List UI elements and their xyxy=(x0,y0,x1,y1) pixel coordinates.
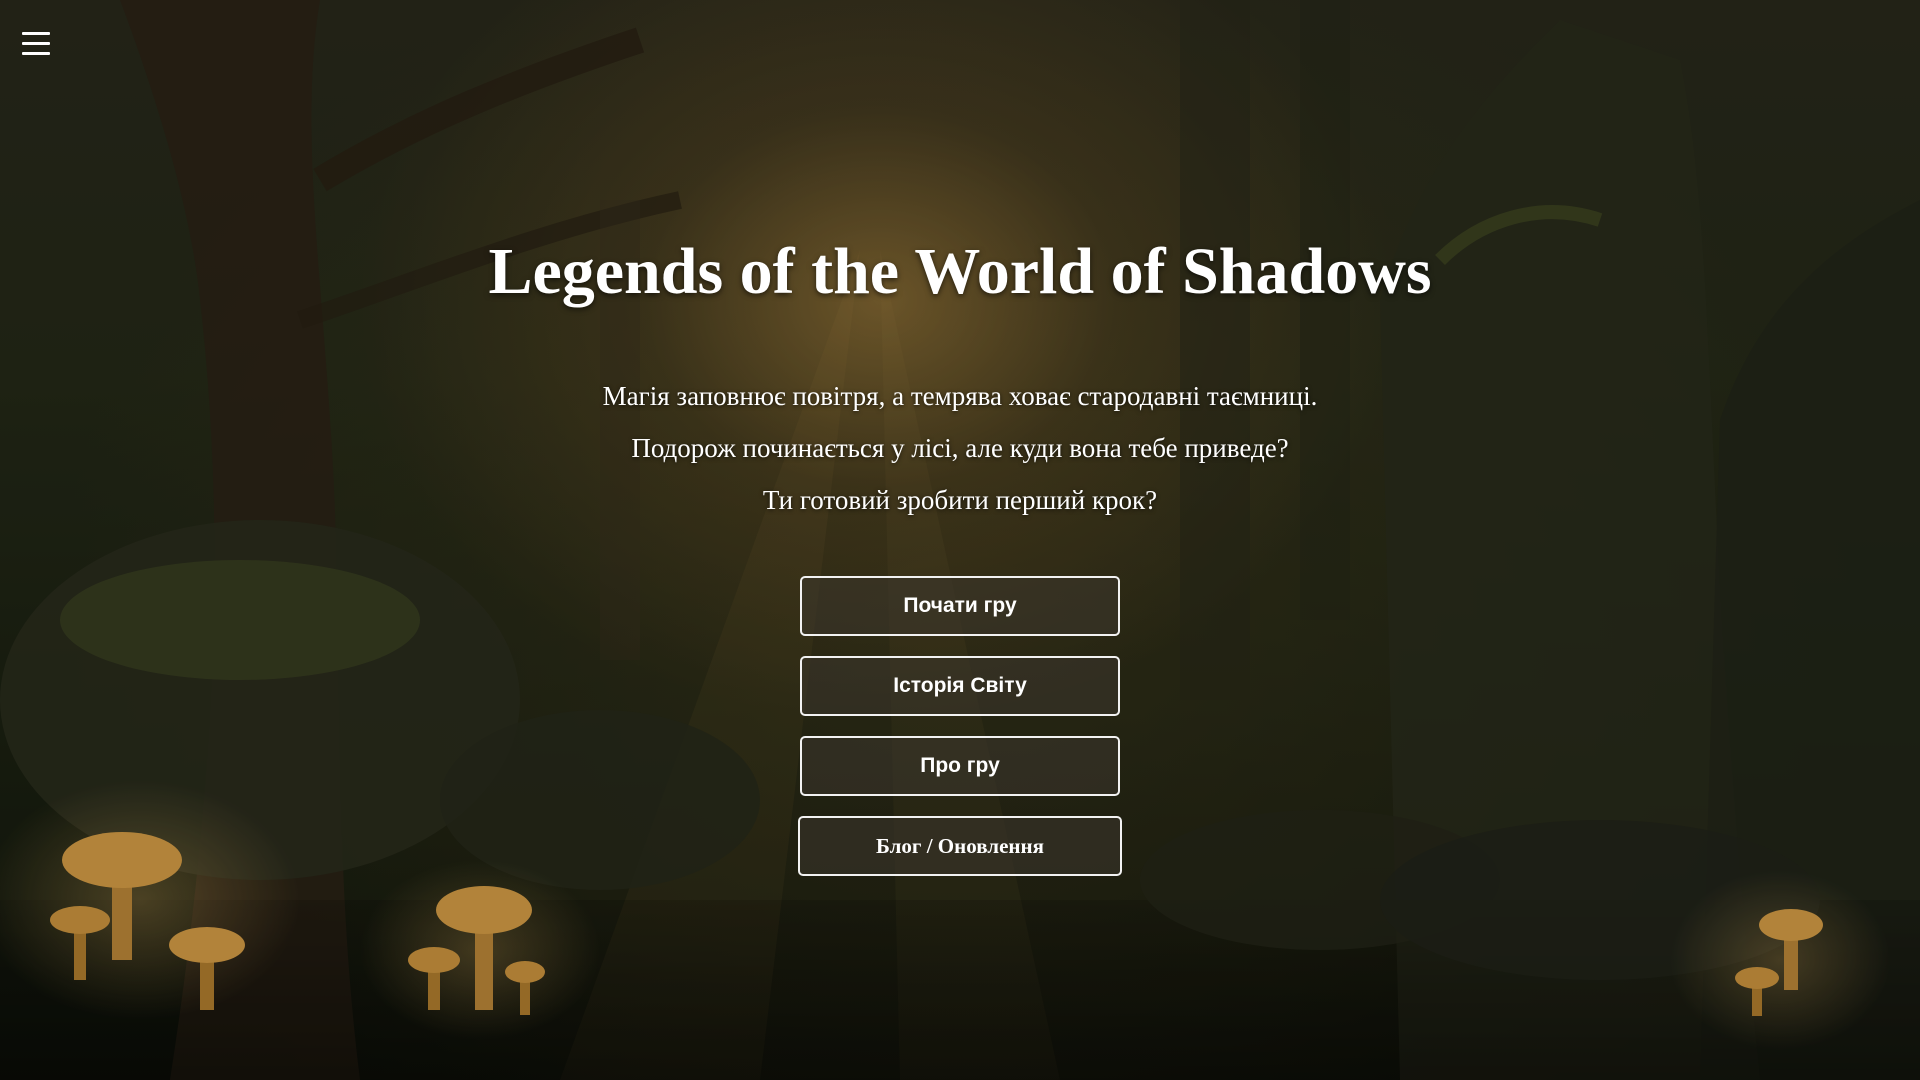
world-history-button[interactable]: Історія Світу xyxy=(800,656,1120,716)
about-game-button[interactable]: Про гру xyxy=(800,736,1120,796)
blog-updates-button[interactable]: Блог / Оновлення xyxy=(798,816,1122,876)
forest-illustration xyxy=(0,0,1920,1080)
forest-background xyxy=(0,0,1920,1080)
menu-line xyxy=(22,42,50,45)
tagline-line-1: Магія заповнює повітря, а темрява ховає … xyxy=(602,381,1318,411)
tagline-line-3: Ти готовий зробити перший крок? xyxy=(762,485,1158,515)
tagline-line-2: Подорож починається у лісі, але куди вон… xyxy=(631,433,1289,463)
hamburger-menu-icon[interactable] xyxy=(22,32,50,58)
menu-line xyxy=(22,52,50,55)
page-title: Legends of the World of Shadows xyxy=(488,235,1432,308)
start-game-button[interactable]: Почати гру xyxy=(800,576,1120,636)
menu-line xyxy=(22,32,50,35)
